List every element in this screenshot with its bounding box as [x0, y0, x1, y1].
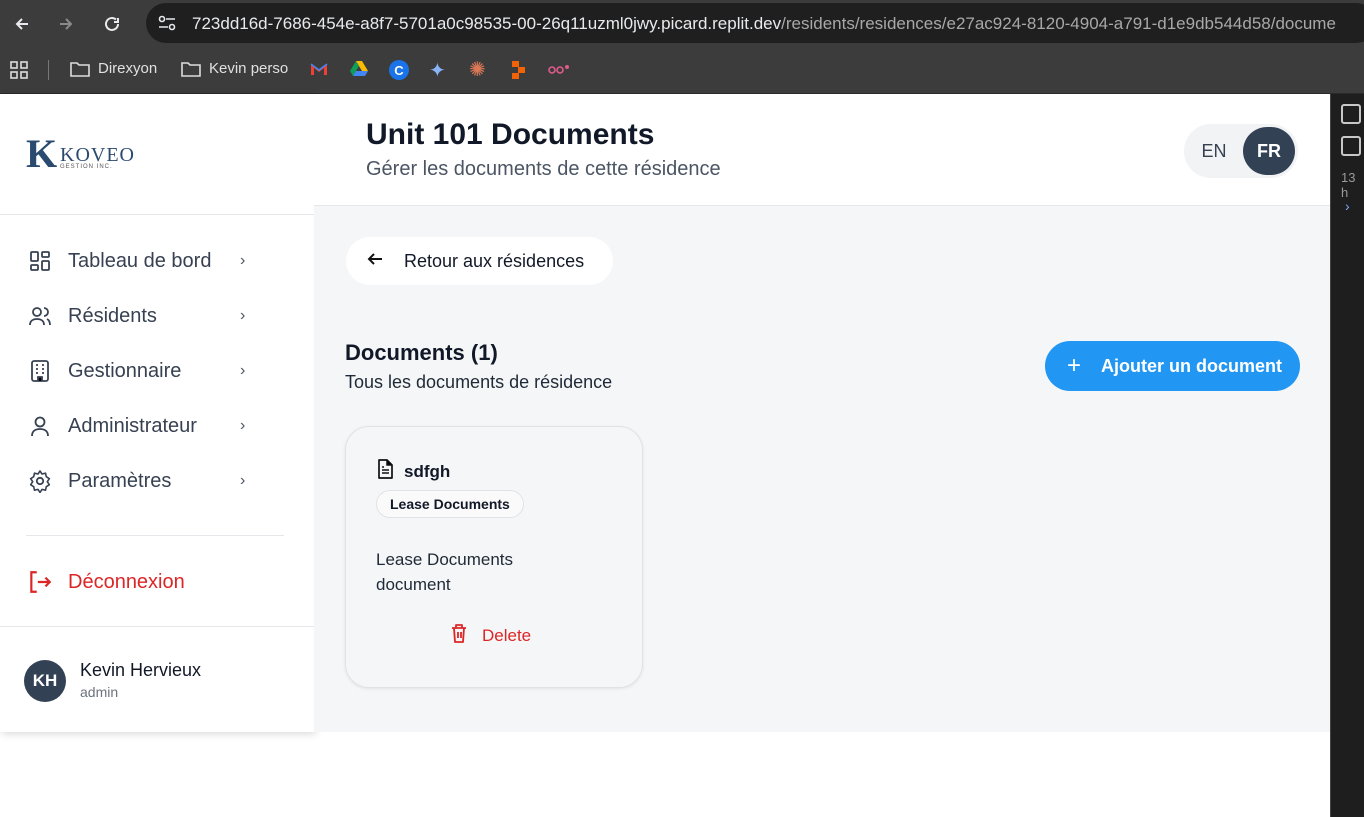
chevron-right-icon: › [240, 252, 246, 269]
document-card[interactable]: sdfgh Lease Documents Lease Documents do… [345, 426, 643, 688]
dashboard-grid-icon [26, 247, 54, 275]
expand-chevron-icon[interactable]: › [1345, 198, 1350, 214]
logout-icon [26, 568, 54, 596]
sidebar-item-label: Administrateur [68, 414, 197, 437]
sidebar-item-label: Tableau de bord [68, 249, 212, 272]
sidebar-divider [26, 535, 284, 536]
address-bar[interactable]: 723dd16d-7686-454e-a8f7-5701a0c98535-00-… [146, 3, 1364, 43]
add-document-label: Ajouter un document [1101, 355, 1283, 376]
claude-icon[interactable]: ✺ [469, 57, 486, 82]
lang-en-button[interactable]: EN [1184, 124, 1244, 178]
back-button-label: Retour aux résidences [404, 250, 585, 271]
user-role: admin [80, 684, 119, 700]
sidebar: K KOVEO GESTION INC. Tableau de bord › R… [0, 94, 314, 732]
bookmark-label: Kevin perso [209, 60, 289, 77]
delete-label: Delete [482, 625, 532, 645]
lang-fr-button[interactable]: FR [1243, 127, 1295, 175]
logout-button[interactable]: Déconnexion [26, 560, 185, 604]
url-text: 723dd16d-7686-454e-a8f7-5701a0c98535-00-… [192, 14, 1336, 33]
file-text-icon [376, 459, 394, 484]
site-settings-icon[interactable] [154, 11, 180, 35]
back-to-residences-button[interactable]: Retour aux résidences [346, 237, 613, 285]
folder-icon [181, 61, 201, 77]
sidebar-divider [0, 214, 314, 215]
logo-mark: K [26, 131, 58, 176]
documents-subtitle: Tous les documents de résidence [345, 372, 613, 392]
gmail-icon[interactable] [309, 61, 329, 82]
bookmarks-separator [48, 60, 49, 80]
gemini-icon[interactable]: ✦ [429, 58, 446, 83]
devtools-text: 13 h [1341, 170, 1356, 200]
document-type-badge: Lease Documents [376, 490, 524, 518]
page-header: Unit 101 Documents Gérer les documents d… [314, 94, 1330, 206]
bookmark-label: Direxyon [98, 60, 158, 77]
sidebar-item-administrator[interactable]: Administrateur › [26, 404, 276, 448]
sidebar-item-residents[interactable]: Résidents › [26, 294, 276, 338]
browser-toolbar: 723dd16d-7686-454e-a8f7-5701a0c98535-00-… [0, 0, 1364, 48]
link-chain-icon[interactable] [548, 63, 570, 82]
page-subtitle: Gérer les documents de cette résidence [366, 158, 721, 180]
logout-label: Déconnexion [68, 570, 185, 593]
add-document-button[interactable]: + Ajouter un document [1045, 341, 1300, 391]
back-arrow-icon[interactable] [8, 10, 36, 38]
sidebar-item-manager[interactable]: Gestionnaire › [26, 349, 276, 393]
sidebar-item-label: Résidents [68, 304, 157, 327]
reload-icon[interactable] [98, 10, 126, 38]
inspect-element-icon[interactable] [1341, 104, 1361, 124]
chevron-right-icon: › [240, 472, 246, 489]
logo-tagline: GESTION INC. [60, 164, 113, 170]
folder-icon [70, 61, 90, 77]
devtools-panel: 13 h › [1330, 94, 1364, 817]
bookmark-folder-direxyon[interactable]: Direxyon [70, 60, 157, 77]
sidebar-item-label: Paramètres [68, 469, 172, 492]
sidebar-item-dashboard[interactable]: Tableau de bord › [26, 239, 276, 283]
calendly-icon[interactable]: C [389, 60, 409, 80]
page-title: Unit 101 Documents [366, 118, 655, 151]
plus-icon: + [1067, 352, 1082, 379]
delete-document-button[interactable]: Delete [450, 623, 531, 648]
replit-icon[interactable] [510, 60, 526, 85]
users-icon [26, 302, 54, 330]
user-icon [26, 412, 54, 440]
document-header: sdfgh [376, 459, 450, 484]
forward-arrow-icon[interactable] [52, 10, 80, 38]
language-toggle: EN FR [1184, 124, 1298, 178]
arrow-left-icon [366, 250, 384, 273]
document-description: Lease Documents document [376, 550, 514, 594]
koveo-logo[interactable]: K KOVEO GESTION INC. [26, 134, 136, 174]
sidebar-item-label: Gestionnaire [68, 359, 182, 382]
chevron-right-icon: › [240, 362, 246, 379]
avatar[interactable]: KH [24, 660, 66, 702]
sidebar-item-settings[interactable]: Paramètres › [26, 459, 276, 503]
bookmark-folder-kevin-perso[interactable]: Kevin perso [181, 60, 288, 77]
sidebar-divider [0, 626, 314, 627]
toggle-panel-icon[interactable] [1341, 136, 1361, 156]
documents-title: Documents (1) [345, 340, 498, 365]
gear-icon [26, 467, 54, 495]
user-name: Kevin Hervieux [80, 660, 202, 680]
chevron-right-icon: › [240, 417, 246, 434]
google-drive-icon[interactable] [349, 60, 369, 83]
bookmarks-bar: Direxyon Kevin perso C ✦ ✺ [0, 48, 1364, 94]
document-name: sdfgh [404, 461, 451, 481]
building-icon [26, 357, 54, 385]
apps-grid-icon[interactable] [10, 61, 28, 84]
main-content: Retour aux résidences Documents (1) Tous… [314, 206, 1330, 732]
trash-icon [450, 623, 468, 648]
chevron-right-icon: › [240, 307, 246, 324]
